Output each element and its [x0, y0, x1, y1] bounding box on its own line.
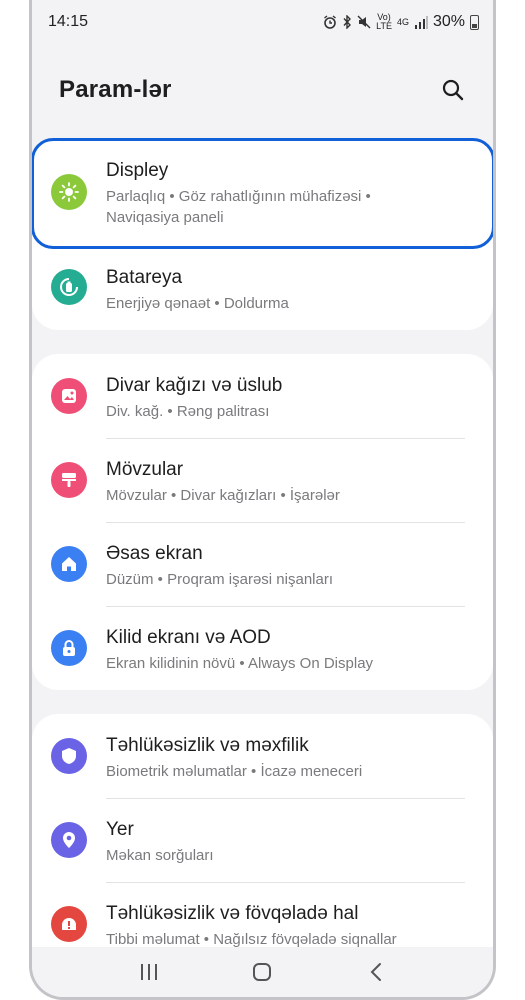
wallpaper-icon — [51, 378, 87, 414]
back-button[interactable] — [356, 952, 396, 992]
navigation-bar — [32, 947, 493, 997]
setting-subtitle-line2: Naviqasiya paneli — [106, 209, 224, 226]
setting-subtitle: Biometrik məlumatlar • İcazə meneceri — [106, 763, 363, 780]
setting-title: Divar kağızı və üslub — [106, 375, 283, 396]
phone-frame: 14:15 Vo) LTE 4G 30% Param-lər Displey Pa… — [29, 0, 496, 1000]
setting-themes[interactable]: Mövzular Mövzular • Divar kağızları • İş… — [32, 438, 493, 522]
search-button[interactable] — [437, 74, 469, 106]
battery-status-icon — [470, 14, 479, 30]
volte-label: Vo) LTE — [376, 12, 392, 31]
setting-security-privacy[interactable]: Təhlükəsizlik və məxfilik Biometrik məlu… — [32, 714, 493, 798]
mute-icon — [357, 15, 371, 29]
signal-icon — [414, 15, 428, 29]
battery-percent: 30% — [432, 13, 465, 30]
emergency-icon — [51, 906, 87, 942]
recents-icon — [140, 964, 157, 980]
setting-title: Batareya — [106, 267, 183, 288]
setting-home-screen[interactable]: Əsas ekran Düzüm • Proqram işarəsi nişan… — [32, 522, 493, 606]
setting-wallpaper[interactable]: Divar kağızı və üslub Div. kağ. • Rəng p… — [32, 354, 493, 438]
status-bar: 14:15 Vo) LTE 4G 30% — [32, 0, 493, 44]
shield-icon — [51, 738, 87, 774]
sun-icon — [51, 174, 87, 210]
setting-subtitle: Mövzular • Divar kağızları • İşarələr — [106, 487, 340, 504]
setting-title: Yer — [106, 819, 134, 840]
settings-group-privacy: Təhlükəsizlik və məxfilik Biometrik məlu… — [32, 714, 493, 974]
setting-title: Təhlükəsizlik və məxfilik — [106, 735, 309, 756]
setting-subtitle: Div. kağ. • Rəng palitrası — [106, 403, 270, 420]
header: Param-lər — [32, 60, 493, 120]
setting-battery[interactable]: Batareya Enerjiyə qənaət • Doldurma — [32, 246, 493, 330]
setting-lock-screen[interactable]: Kilid ekranı və AOD Ekran kilidinin növü… — [32, 606, 493, 690]
bluetooth-icon — [343, 15, 352, 29]
setting-title: Mövzular — [106, 459, 184, 480]
search-icon — [442, 79, 464, 101]
setting-subtitle: Ekran kilidinin növü • Always On Display — [106, 655, 374, 672]
network-label: 4G — [396, 16, 409, 27]
setting-title: Əsas ekran — [106, 543, 203, 564]
home-button[interactable] — [242, 952, 282, 992]
settings-group-appearance: Divar kağızı və üslub Div. kağ. • Rəng p… — [32, 354, 493, 690]
setting-location[interactable]: Yer Məkan sorğuları — [32, 798, 493, 882]
recents-button[interactable] — [129, 952, 169, 992]
back-icon — [370, 963, 382, 981]
home-nav-icon — [253, 963, 272, 981]
setting-title: Təhlükəsizlik və fövqəladə hal — [106, 903, 359, 924]
themes-icon — [51, 462, 87, 498]
setting-title: Displey — [106, 160, 169, 181]
setting-display[interactable]: Displey Parlaqlıq • Göz rahatlığının müh… — [32, 138, 493, 246]
setting-subtitle: Enerjiyə qənaət • Doldurma — [106, 295, 289, 312]
setting-subtitle: Düzüm • Proqram işarəsi nişanları — [106, 571, 333, 588]
settings-group-display: Displey Parlaqlıq • Göz rahatlığının müh… — [32, 138, 493, 330]
alarm-icon — [324, 15, 337, 29]
status-time: 14:15 — [48, 13, 89, 30]
setting-title: Kilid ekranı və AOD — [106, 627, 271, 648]
battery-icon — [51, 269, 87, 305]
home-icon — [51, 546, 87, 582]
setting-subtitle: Parlaqlıq • Göz rahatlığının mühafizəsi … — [106, 188, 371, 205]
location-icon — [51, 822, 87, 858]
setting-subtitle: Məkan sorğuları — [106, 847, 214, 864]
page-title: Param-lər — [59, 76, 172, 103]
lock-icon — [51, 630, 87, 666]
status-icons: Vo) LTE 4G 30% — [323, 13, 479, 31]
